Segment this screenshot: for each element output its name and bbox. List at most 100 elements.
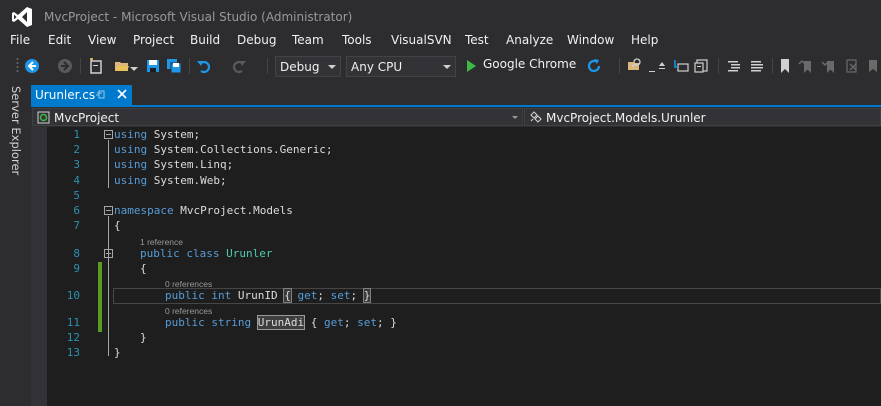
code-line-using-system[interactable]: using System; [114,128,200,141]
type-name: MvcProject.Models.Urunler [546,111,706,125]
refresh-icon[interactable] [586,58,602,74]
menu-debug[interactable]: Debug [237,33,276,47]
project-dropdown[interactable]: MvcProject [32,108,523,126]
codelens-property-references[interactable]: 0 references [165,306,212,316]
next-bookmark-icon[interactable] [821,58,837,74]
run-target-label[interactable]: Google Chrome [483,57,576,71]
underscore-icon[interactable] [648,58,656,74]
keyword: string [211,316,252,329]
window-title: MvcProject - Microsoft Visual Studio (Ad… [44,10,353,24]
collapse-using-icon[interactable] [104,130,113,139]
type-dropdown[interactable]: MvcProject.Models.Urunler [524,108,881,126]
line-number: 2 [73,143,80,156]
codelens-class-references[interactable]: 1 reference [140,237,183,247]
keyword: using [114,158,148,171]
start-icon[interactable] [465,58,477,74]
menu-file[interactable]: File [10,33,30,47]
back-icon[interactable] [24,58,40,74]
menu-visualsvn[interactable]: VisualSVN [391,33,452,47]
line-number: 8 [73,247,80,260]
change-marker [98,262,102,332]
collapse-class-icon[interactable] [104,249,113,258]
toolbar-grip[interactable] [16,57,19,74]
menu-help[interactable]: Help [631,33,658,47]
code-line-class-close-brace[interactable]: } [140,331,147,344]
windows-icon[interactable] [693,58,709,74]
brace-match-highlight: } [362,288,372,303]
code-text: System.Linq; [147,158,234,171]
find-in-files-icon[interactable] [627,58,643,74]
menu-team[interactable]: Team [292,33,324,47]
line-number: 4 [73,174,80,187]
menu-build[interactable]: Build [190,33,220,47]
keyword: public [140,247,180,260]
uncomment-icon[interactable] [749,58,765,74]
keyword: public [165,316,205,329]
platform-value: Any CPU [351,60,403,74]
server-explorer-tab[interactable]: Server Explorer [9,86,23,175]
save-icon[interactable] [145,58,161,74]
line-number: 11 [66,316,80,329]
add-item-icon[interactable] [128,58,140,74]
brace-match-highlight: { [283,288,292,303]
menu-test[interactable]: Test [465,33,489,47]
previous-bookmark-icon[interactable] [798,58,814,74]
menu-edit[interactable]: Edit [48,33,71,47]
forward-icon[interactable] [57,58,73,74]
toolbar-separator [189,58,190,74]
bookmark-window-icon[interactable] [866,58,880,74]
line-number: 6 [73,204,80,217]
collapse-icon[interactable] [657,58,667,74]
collapse-namespace-icon[interactable] [104,206,113,215]
code-line-open-brace[interactable]: { [114,219,121,232]
bookmark-icon[interactable] [778,58,792,74]
keyword: using [114,143,148,156]
chevron-down-icon [512,116,518,119]
code-text: { [310,316,318,329]
new-project-icon[interactable] [88,58,104,74]
clear-bookmarks-icon[interactable] [844,58,860,74]
undo-icon[interactable] [196,58,212,74]
type-name: Urunler [226,247,273,260]
step-into-icon[interactable] [673,58,689,74]
comment-icon[interactable] [726,58,742,74]
platform-dropdown[interactable]: Any CPU [346,56,456,77]
code-line-namespace-close-brace[interactable]: } [114,346,121,359]
menu-view[interactable]: View [88,33,116,47]
keyword: using [114,128,148,141]
codelens-property-references[interactable]: 0 references [165,279,212,289]
visual-studio-logo-icon [12,7,32,27]
project-name: MvcProject [54,111,120,125]
code-text: System.Web; [147,174,227,187]
code-line-using-web[interactable]: using System.Web; [114,174,227,187]
redo-icon[interactable] [231,58,247,74]
code-line-class-declaration[interactable]: public class Urunler [140,247,272,260]
configuration-dropdown[interactable]: Debug [275,56,341,77]
outline-guide [108,216,109,356]
keyword: using [114,174,148,187]
menu-window[interactable]: Window [567,33,614,47]
code-line-class-open-brace[interactable]: { [140,262,147,275]
toolbar-separator [619,58,620,74]
toolbar-separator [267,58,268,74]
line-number: 12 [66,331,80,344]
navigation-bar: MvcProject MvcProject.Models.Urunler [31,107,881,127]
code-line-property-urunid[interactable]: public int UrunID { get; set; } [165,288,372,303]
keyword: class [186,247,220,260]
code-line-using-linq[interactable]: using System.Linq; [114,158,233,171]
code-line-namespace[interactable]: namespace MvcProject.Models [114,204,293,217]
standard-toolbar: Debug Any CPU Google Chrome [0,52,881,119]
code-line-using-collections[interactable]: using System.Collections.Generic; [114,143,333,156]
document-tab-urunler[interactable]: Urunler.cs [31,85,132,105]
menu-project[interactable]: Project [133,33,174,47]
chevron-down-icon [443,65,451,69]
save-all-icon[interactable] [166,58,182,74]
code-line-property-urunadi[interactable]: public string UrunAdi { get; set; } [165,315,397,330]
menu-analyze[interactable]: Analyze [506,33,553,47]
pin-icon[interactable] [95,89,107,101]
side-panel: Server Explorer [0,80,30,406]
keyword: namespace [114,204,174,217]
menu-tools[interactable]: Tools [342,33,372,47]
close-icon[interactable] [116,88,128,100]
configuration-value: Debug [280,60,320,74]
